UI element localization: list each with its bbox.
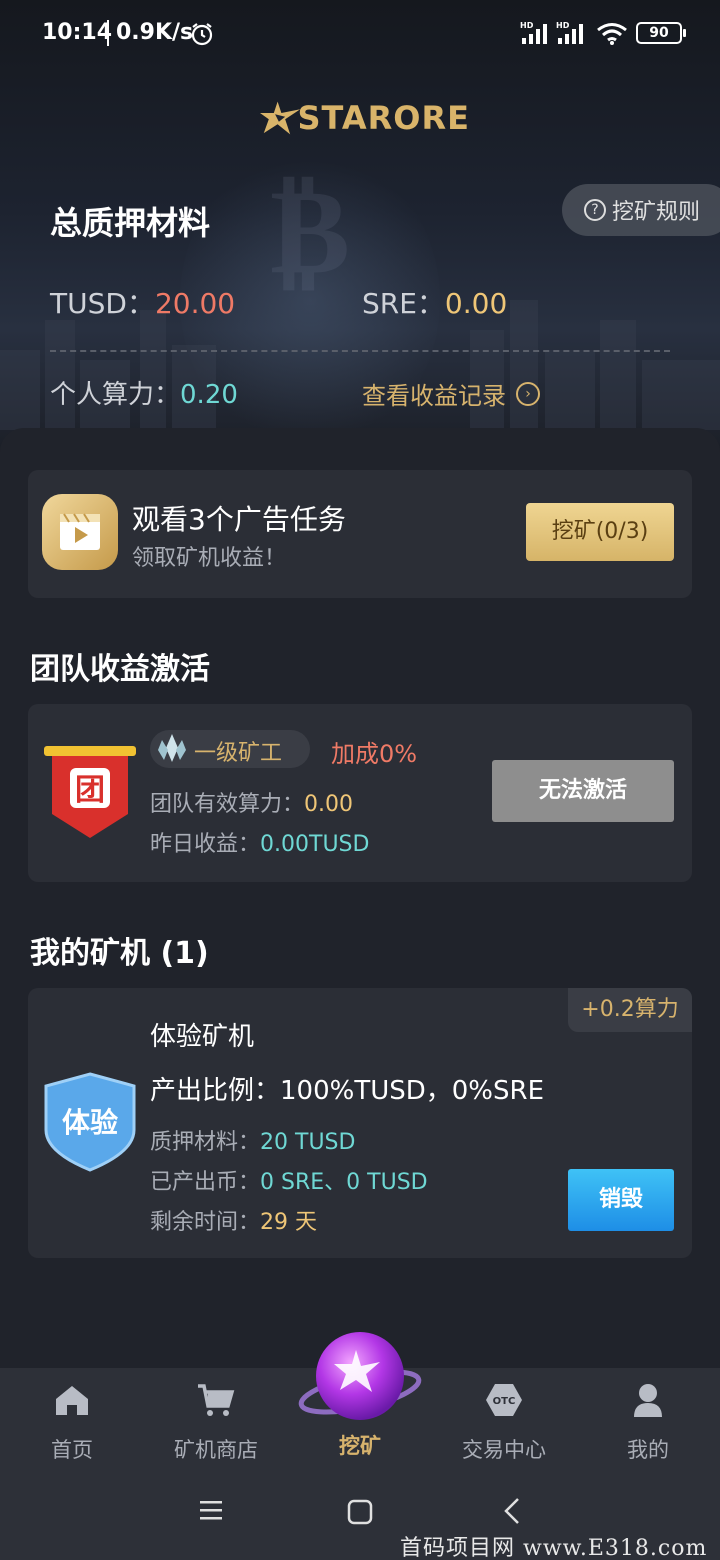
team-effective-power: 团队有效算力：0.00	[150, 786, 353, 818]
power-label: 个人算力：	[50, 380, 181, 410]
trial-shield-icon: 体验	[44, 1072, 136, 1172]
nav-home[interactable]: 首页	[12, 1382, 132, 1464]
home-icon	[56, 1386, 88, 1415]
wifi-icon	[597, 23, 627, 45]
question-icon: ?	[584, 199, 606, 221]
logo-text: STARORE	[297, 99, 470, 137]
bitcoin-background-icon: ₿	[270, 160, 351, 301]
menu-icon[interactable]	[198, 1498, 224, 1522]
chevron-right-circle-icon: ›	[516, 381, 540, 406]
machine-name: 体验矿机	[150, 1022, 255, 1052]
status-separator	[107, 20, 109, 46]
total-pledge-title: 总质押材料	[50, 204, 211, 242]
machines-section-title: 我的矿机 (1)	[30, 936, 209, 971]
personal-power: 个人算力：0.20	[50, 374, 238, 411]
dashed-divider	[50, 350, 670, 352]
team-banner-icon: 团	[44, 746, 136, 838]
nav-profile[interactable]: 我的	[588, 1382, 708, 1464]
level-pill: 一级矿工	[150, 730, 310, 768]
nav-trading-center[interactable]: OTC 交易中心	[444, 1382, 564, 1464]
video-clapper-icon	[42, 494, 118, 570]
mine-ad-button[interactable]: 挖矿(0/3)	[526, 503, 674, 561]
mining-rules-button[interactable]: ? 挖矿规则	[562, 184, 720, 236]
alarm-icon	[191, 23, 213, 46]
yesterday-value: 0.00TUSD	[260, 832, 370, 857]
watermark: 首码项目网 www.E318.com	[400, 1536, 708, 1560]
destroy-button[interactable]: 销毁	[568, 1169, 674, 1231]
star-logo-icon	[260, 101, 301, 135]
pledge-material-row: 质押材料：20 TUSD	[150, 1124, 355, 1156]
produced-coins-row: 已产出币：0 SRE、0 TUSD	[150, 1164, 428, 1196]
signal-hd-icon: HD	[520, 21, 547, 44]
ad-task-card: 观看3个广告任务 领取矿机收益！ 挖矿(0/3)	[28, 470, 692, 598]
remaining-value: 29 天	[260, 1210, 318, 1235]
otc-icon: OTC	[486, 1384, 522, 1416]
sre-balance: SRE：0.00	[362, 282, 507, 322]
power-value: 0.20	[180, 380, 238, 410]
produced-value: 0 SRE、0 TUSD	[260, 1170, 428, 1195]
cart-icon	[198, 1384, 235, 1416]
yesterday-earnings: 昨日收益：0.00TUSD	[150, 826, 369, 858]
back-icon[interactable]	[500, 1496, 524, 1526]
team-badge-char: 团	[75, 773, 105, 808]
pledge-value: 20 TUSD	[260, 1130, 356, 1155]
ad-task-title: 观看3个广告任务	[132, 503, 346, 536]
mining-rules-label: 挖矿规则	[612, 200, 701, 225]
output-ratio: 产出比例：100%TUSD，0%SRE	[150, 1076, 545, 1106]
cannot-activate-button[interactable]: 无法激活	[492, 760, 674, 822]
team-power-label: 团队有效算力：	[150, 792, 305, 817]
yesterday-label: 昨日收益：	[150, 832, 261, 857]
sre-value: 0.00	[444, 287, 508, 320]
tusd-value: 20.00	[154, 287, 236, 320]
tusd-balance: TUSD：20.00	[50, 282, 235, 322]
remaining-label: 剩余时间：	[150, 1210, 261, 1235]
pledge-label: 质押材料：	[150, 1130, 261, 1155]
team-section-title: 团队收益激活	[30, 652, 210, 687]
otc-text: OTC	[493, 1396, 516, 1407]
records-link-label: 查看收益记录	[362, 382, 506, 410]
bonus-rate: 加成0%	[331, 740, 418, 768]
status-net-speed: 0.9K/s	[116, 20, 194, 45]
status-time: 10:14	[42, 20, 113, 45]
planet-icon[interactable]	[298, 1330, 422, 1426]
svg-text:HD: HD	[556, 21, 570, 30]
signal-hd-icon-2: HD	[556, 21, 583, 44]
ad-task-subtitle: 领取矿机收益！	[132, 546, 287, 571]
team-power-value: 0.00	[304, 792, 353, 817]
nav-mining-label: 挖矿	[339, 1434, 381, 1458]
nav-trading-label: 交易中心	[462, 1438, 546, 1462]
user-icon	[634, 1384, 662, 1417]
machine-card: 体验 +0.2算力 体验矿机 产出比例：100%TUSD，0%SRE 质押材料：…	[28, 988, 692, 1258]
trial-badge-text: 体验	[62, 1106, 118, 1139]
svg-text:HD: HD	[520, 21, 534, 30]
produced-label: 已产出币：	[150, 1170, 261, 1195]
remaining-time-row: 剩余时间：29 天	[150, 1204, 317, 1236]
view-earnings-records-link[interactable]: 查看收益记录 ›	[362, 376, 540, 411]
starore-logo: STARORE	[260, 88, 470, 148]
battery-indicator: 90	[636, 22, 686, 44]
sre-label: SRE：	[362, 287, 445, 320]
nav-store-label: 矿机商店	[174, 1438, 258, 1462]
team-earnings-card: 团 一级矿工 加成0% 团队有效算力：0.00 昨日收益：0.00TUSD 无法…	[28, 704, 692, 882]
power-bonus-tag: +0.2算力	[568, 988, 692, 1032]
status-bar: 10:14 0.9K/s HD HD 90	[0, 0, 720, 68]
nav-machine-store[interactable]: 矿机商店	[156, 1382, 276, 1464]
tusd-label: TUSD：	[50, 287, 155, 320]
nav-profile-label: 我的	[627, 1438, 669, 1462]
nav-home-label: 首页	[51, 1438, 93, 1462]
level-text: 一级矿工	[194, 741, 283, 766]
home-square-icon[interactable]	[346, 1498, 374, 1526]
crystal-gem-icon	[158, 734, 186, 762]
